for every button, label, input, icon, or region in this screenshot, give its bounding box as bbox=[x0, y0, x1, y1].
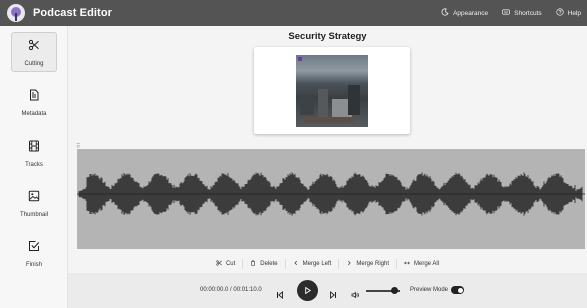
editor-main: Security Strategy ⠿ Cut Delete Merge Lef… bbox=[68, 26, 587, 308]
merge-left-button[interactable]: Merge Left bbox=[286, 259, 340, 269]
thumbnail-image bbox=[296, 55, 368, 127]
waveform-graphic bbox=[77, 172, 585, 216]
appearance-label: Appearance bbox=[453, 9, 489, 17]
image-icon bbox=[28, 189, 40, 207]
project-title: Security Strategy bbox=[288, 31, 367, 42]
trash-icon bbox=[250, 260, 256, 268]
moon-icon bbox=[441, 8, 449, 18]
sidebar-item-label: Thumbnail bbox=[19, 211, 48, 218]
sidebar-item-label: Cutting bbox=[24, 60, 44, 67]
skip-back-icon bbox=[276, 286, 284, 304]
merge-left-label: Merge Left bbox=[302, 261, 332, 267]
play-icon bbox=[303, 282, 312, 300]
delete-label: Delete bbox=[260, 261, 278, 267]
sidebar-item-label: Tracks bbox=[25, 161, 43, 168]
volume-slider-handle[interactable] bbox=[391, 287, 399, 294]
chevron-right-icon bbox=[346, 260, 352, 268]
checkbox-icon bbox=[28, 239, 40, 257]
shortcuts-button[interactable]: Shortcuts bbox=[502, 8, 542, 18]
preview-mode-toggle[interactable] bbox=[451, 286, 464, 294]
scissors-icon bbox=[216, 260, 222, 268]
help-label: Help bbox=[567, 9, 581, 17]
app-title: Podcast Editor bbox=[33, 7, 113, 19]
top-bar: Podcast Editor Appearance Shortcuts Help bbox=[0, 0, 587, 26]
cut-button[interactable]: Cut bbox=[209, 259, 244, 269]
podcast-editor-app: Podcast Editor Appearance Shortcuts Help bbox=[0, 0, 587, 308]
document-icon bbox=[28, 88, 40, 106]
sidebar-item-metadata[interactable]: Metadata bbox=[11, 82, 57, 122]
merge-arrows-icon bbox=[404, 260, 410, 268]
merge-all-button[interactable]: Merge All bbox=[397, 259, 446, 269]
sidebar-item-thumbnail[interactable]: Thumbnail bbox=[11, 183, 57, 223]
play-button[interactable] bbox=[297, 280, 318, 301]
appearance-button[interactable]: Appearance bbox=[441, 8, 488, 18]
audio-waveform[interactable] bbox=[77, 149, 585, 249]
film-icon bbox=[28, 139, 40, 157]
skip-forward-icon bbox=[329, 286, 337, 304]
delete-button[interactable]: Delete bbox=[243, 259, 286, 269]
sidebar-item-finish[interactable]: Finish bbox=[11, 233, 57, 273]
header-actions: Appearance Shortcuts Help bbox=[441, 8, 581, 18]
time-display: 00:00:00.0 / 00:01:10.0 bbox=[200, 287, 262, 293]
thumbnail-card[interactable] bbox=[254, 47, 410, 134]
help-icon bbox=[556, 8, 564, 18]
sidebar: Cutting Metadata Tracks Thumbnail Finish bbox=[0, 26, 68, 308]
merge-right-button[interactable]: Merge Right bbox=[339, 259, 398, 269]
skip-forward-button[interactable] bbox=[329, 286, 337, 304]
sidebar-item-label: Finish bbox=[25, 261, 42, 268]
playback-bar: 00:00:00.0 / 00:01:10.0 Preview Mode bbox=[68, 273, 587, 308]
help-button[interactable]: Help bbox=[556, 8, 581, 18]
sidebar-item-cutting[interactable]: Cutting bbox=[11, 32, 57, 72]
sidebar-item-tracks[interactable]: Tracks bbox=[11, 133, 57, 173]
skip-back-button[interactable] bbox=[276, 286, 284, 304]
cut-label: Cut bbox=[225, 261, 236, 267]
merge-all-label: Merge All bbox=[414, 261, 440, 267]
edit-toolbar: Cut Delete Merge Left Merge Right Merge … bbox=[68, 258, 587, 270]
merge-right-label: Merge Right bbox=[356, 261, 390, 267]
shortcuts-label: Shortcuts bbox=[514, 9, 542, 17]
volume-icon bbox=[351, 286, 359, 304]
podcast-logo-icon bbox=[7, 4, 25, 22]
keyboard-icon bbox=[502, 8, 510, 18]
volume-button[interactable] bbox=[351, 286, 359, 304]
preview-mode-label: Preview Mode bbox=[410, 287, 449, 293]
chevron-left-icon bbox=[293, 260, 299, 268]
sidebar-item-label: Metadata bbox=[21, 110, 47, 117]
thumbnail-badge bbox=[298, 57, 302, 61]
scissors-icon bbox=[28, 38, 40, 56]
